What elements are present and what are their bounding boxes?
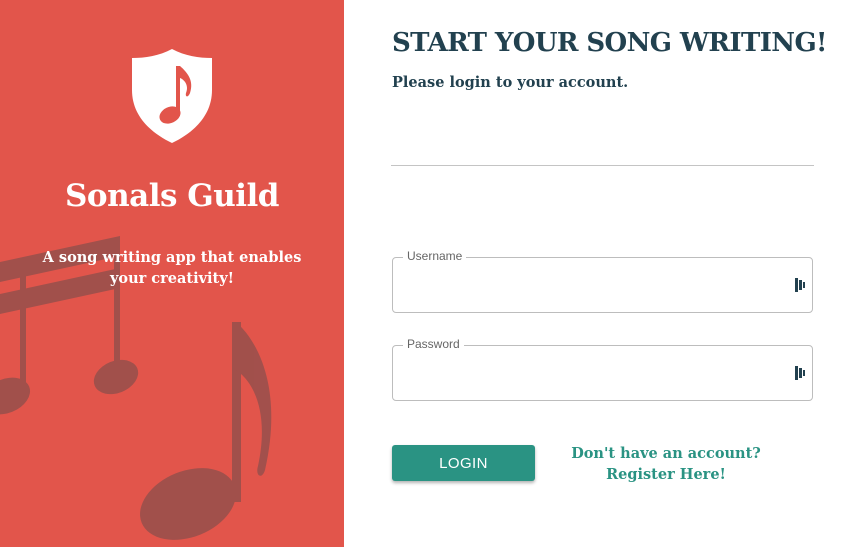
page-title: START YOUR SONG WRITING! <box>392 28 827 58</box>
password-input[interactable] <box>405 356 789 390</box>
login-button[interactable]: LOGIN <box>392 445 535 481</box>
password-label: Password <box>403 337 464 351</box>
password-field[interactable]: Password <box>392 337 813 401</box>
password-manager-icon[interactable] <box>795 366 807 380</box>
login-panel: START YOUR SONG WRITING! Please login to… <box>344 0 860 547</box>
username-input[interactable] <box>405 268 789 302</box>
brand-name: Sonals Guild <box>65 178 279 214</box>
shield-music-note-icon <box>132 49 212 143</box>
username-label: Username <box>403 249 467 263</box>
page-subtitle: Please login to your account. <box>392 74 629 91</box>
brand-tagline: A song writing app that enables your cre… <box>42 249 302 287</box>
password-manager-icon[interactable] <box>795 278 807 292</box>
brand-panel: Sonals Guild A song writing app that ena… <box>0 0 344 547</box>
username-field[interactable]: Username <box>392 249 813 313</box>
divider <box>391 165 814 166</box>
register-link[interactable]: Don't have an account? Register Here! <box>547 443 785 485</box>
